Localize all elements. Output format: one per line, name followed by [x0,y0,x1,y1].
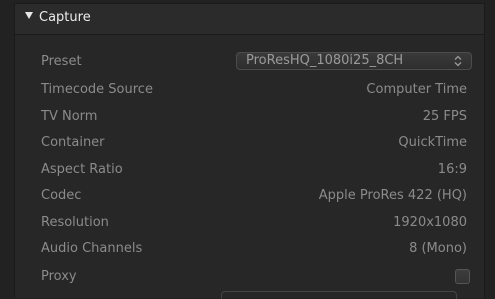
codec-value: Apple ProRes 422 (HQ) [318,188,467,203]
resolution-value: 1920x1080 [393,215,467,230]
audio-channels-value: 8 (Mono) [409,241,467,256]
property-row-container: Container QuickTime [15,131,484,155]
preset-row: Preset ProResHQ_1080i25_8CH [15,50,484,74]
section-title: Capture [39,10,91,25]
property-row-timecode-source: Timecode Source Computer Time [15,78,484,102]
proxy-row: Proxy [15,265,484,289]
up-down-chevron-icon [454,55,462,67]
property-row-audio-channels: Audio Channels 8 (Mono) [15,237,484,261]
disclosure-triangle-down-icon[interactable] [25,12,33,19]
proxy-checkbox[interactable] [455,269,470,284]
preset-select[interactable]: ProResHQ_1080i25_8CH [236,52,472,70]
timecode-source-value: Computer Time [366,82,467,97]
aspect-ratio-label: Aspect Ratio [41,162,123,177]
section-header[interactable]: Capture [15,4,484,35]
timecode-source-label: Timecode Source [41,82,153,97]
next-dropdown-edge[interactable] [221,291,457,299]
property-row-codec: Codec Apple ProRes 422 (HQ) [15,184,484,208]
audio-channels-label: Audio Channels [41,241,143,256]
preset-label: Preset [41,54,82,69]
capture-panel: Capture Preset ProResHQ_1080i25_8CH Time… [14,3,485,298]
container-label: Container [41,135,105,150]
inspector-frame: Capture Preset ProResHQ_1080i25_8CH Time… [0,0,495,299]
property-row-tv-norm: TV Norm 25 FPS [15,105,484,129]
container-value: QuickTime [398,135,467,150]
property-row-resolution: Resolution 1920x1080 [15,211,484,235]
tv-norm-label: TV Norm [41,109,98,124]
property-row-aspect-ratio: Aspect Ratio 16:9 [15,158,484,182]
aspect-ratio-value: 16:9 [437,162,467,177]
tv-norm-value: 25 FPS [422,109,467,124]
codec-label: Codec [41,188,82,203]
resolution-label: Resolution [41,215,109,230]
preset-select-value: ProResHQ_1080i25_8CH [246,53,404,68]
proxy-label: Proxy [41,269,77,284]
